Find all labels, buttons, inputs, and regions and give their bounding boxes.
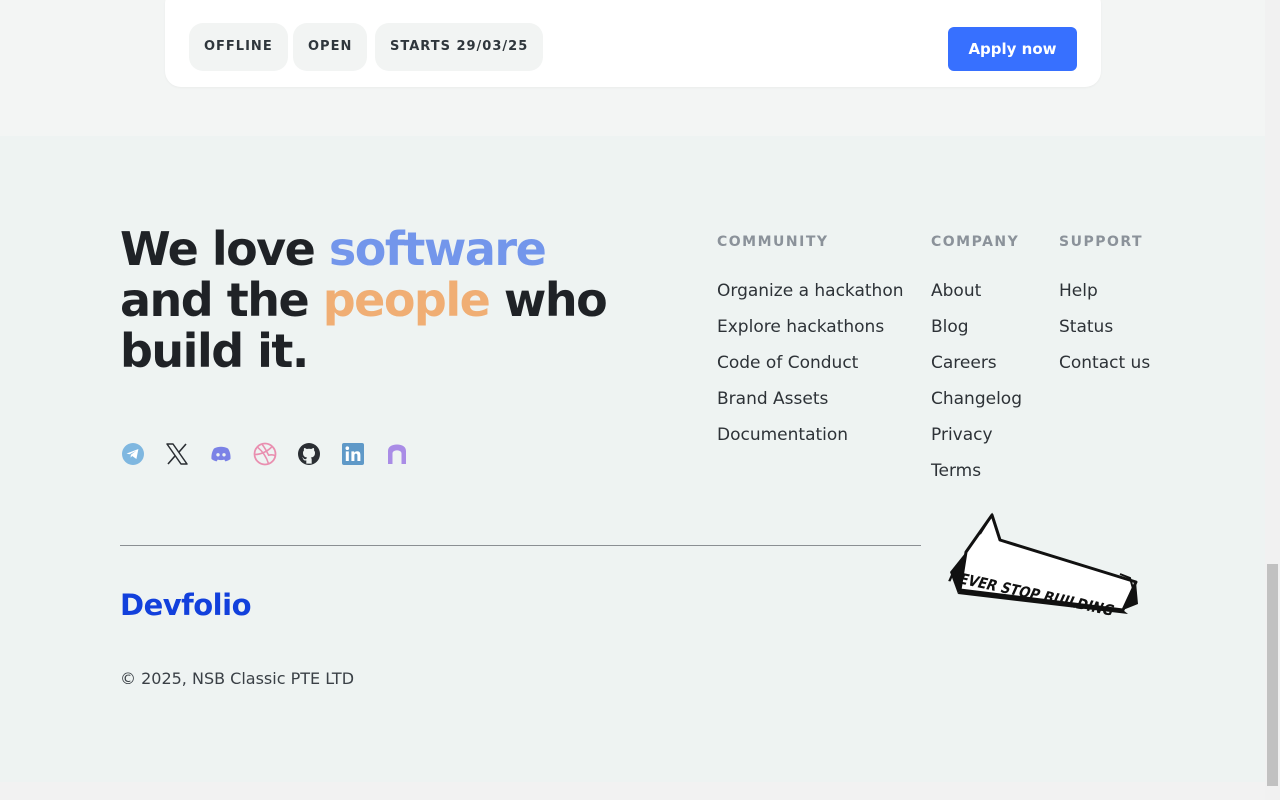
linkedin-icon[interactable]: [340, 441, 366, 467]
tagline-part-3: who: [489, 273, 608, 327]
footer-link-explore-hackathons[interactable]: Explore hackathons: [717, 309, 904, 345]
footer-link-brand-assets[interactable]: Brand Assets: [717, 381, 904, 417]
vertical-scrollbar[interactable]: [1265, 0, 1280, 800]
tagline-people: people: [322, 273, 491, 327]
x-icon[interactable]: [164, 441, 190, 467]
tag-mode: OFFLINE: [189, 23, 288, 71]
footer-column-company: COMPANY About Blog Careers Changelog Pri…: [931, 234, 1022, 489]
social-links: [120, 441, 428, 469]
tagline-part-4: build it.: [120, 324, 309, 378]
footer-column-support: SUPPORT Help Status Contact us: [1059, 234, 1150, 381]
footer-link-code-of-conduct[interactable]: Code of Conduct: [717, 345, 904, 381]
footer-divider: [120, 545, 921, 546]
apply-now-button[interactable]: Apply now: [948, 27, 1077, 71]
hackathon-card: OFFLINE OPEN STARTS 29/03/25 Apply now: [165, 0, 1101, 87]
footer-link-about[interactable]: About: [931, 273, 1022, 309]
dribbble-icon[interactable]: [252, 441, 278, 467]
copyright-text: © 2025, NSB Classic PTE LTD: [120, 669, 355, 688]
tagline-part-2: and the: [120, 273, 323, 327]
footer: We love software and the people who buil…: [0, 136, 1265, 782]
page-bottom: [0, 782, 1265, 800]
footer-link-status[interactable]: Status: [1059, 309, 1150, 345]
footer-link-documentation[interactable]: Documentation: [717, 417, 904, 453]
column-title-support: SUPPORT: [1059, 234, 1144, 250]
footer-column-community: COMMUNITY Organize a hackathon Explore h…: [717, 234, 904, 453]
hackathon-card-section: OFFLINE OPEN STARTS 29/03/25 Apply now: [0, 0, 1265, 136]
footer-link-organize-hackathon[interactable]: Organize a hackathon: [717, 273, 904, 309]
devfolio-arch-icon[interactable]: [384, 441, 410, 467]
tag-start-date: STARTS 29/03/25: [375, 23, 544, 71]
discord-icon[interactable]: [208, 441, 234, 467]
page: OFFLINE OPEN STARTS 29/03/25 Apply now W…: [0, 0, 1265, 800]
footer-link-careers[interactable]: Careers: [931, 345, 1022, 381]
column-title-community: COMMUNITY: [717, 234, 829, 250]
devfolio-logo[interactable]: Devfolio: [120, 588, 252, 622]
never-stop-building-badge: NEVER STOP BUILDING: [948, 512, 1138, 616]
column-title-company: COMPANY: [931, 234, 1020, 250]
tagline-software: software: [328, 222, 547, 276]
tagline-part-1: We love: [120, 222, 329, 276]
footer-link-help[interactable]: Help: [1059, 273, 1150, 309]
footer-link-privacy[interactable]: Privacy: [931, 417, 1022, 453]
footer-tagline: We love software and the people who buil…: [120, 224, 640, 377]
telegram-icon[interactable]: [120, 441, 146, 467]
footer-link-blog[interactable]: Blog: [931, 309, 1022, 345]
scrollbar-thumb[interactable]: [1267, 564, 1278, 786]
github-icon[interactable]: [296, 441, 322, 467]
footer-link-terms[interactable]: Terms: [931, 453, 1022, 489]
footer-link-changelog[interactable]: Changelog: [931, 381, 1022, 417]
footer-link-contact-us[interactable]: Contact us: [1059, 345, 1150, 381]
tag-status: OPEN: [293, 23, 368, 71]
